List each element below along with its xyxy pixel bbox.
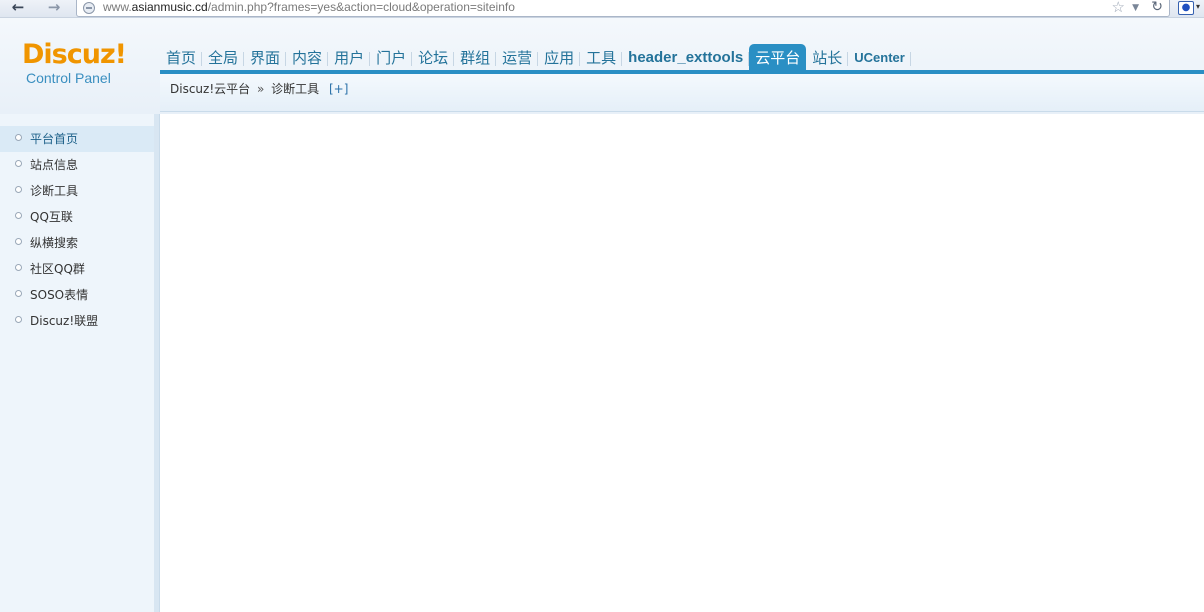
sidebar-item-0[interactable]: 平台首页 [0,126,154,152]
menu-item-8[interactable]: 运营 [496,44,539,70]
sidebar-item-7[interactable]: Discuz!联盟 [0,308,154,334]
menu-item-11[interactable]: header_exttools [622,44,750,70]
sidebar-menu: 平台首页站点信息诊断工具 QQ互联纵横搜索社区QQ群 SOSO表情 Discuz!联盟 [0,126,154,334]
sidebar-item-label: SOSO表情 [30,288,89,302]
menu-item-7[interactable]: 群组 [454,44,497,70]
bullet-circle-icon [15,160,22,167]
sidebar-item-label: QQ互联 [30,210,73,224]
bullet-circle-icon [15,264,22,271]
menu-item-3[interactable]: 内容 [286,44,329,70]
reload-icon[interactable]: ↻ [1151,0,1163,15]
bullet-circle-icon [15,212,22,219]
sidebar-item-label: 平台首页 [30,132,79,146]
paw-extension-icon[interactable]: ● [1178,1,1194,15]
menu-item-4[interactable]: 用户 [328,44,371,70]
sidebar-item-label: Discuz!联盟 [30,314,99,328]
breadcrumb-separator: » [256,82,265,96]
breadcrumb-bar: Discuz!云平台 » 诊断工具 [+] [160,74,1204,112]
sidebar-item-1[interactable]: 站点信息 [0,152,154,178]
forward-arrow-icon[interactable]: → [44,0,64,16]
logo-title: Discuz! [22,39,127,70]
chevron-down-icon[interactable]: ▼ [1132,0,1139,16]
menu-item-6[interactable]: 论坛 [412,44,455,70]
sidebar-item-4[interactable]: 纵横搜索 [0,230,154,256]
menu-item-0[interactable]: 首页 [160,44,203,70]
breadcrumb: Discuz!云平台 » 诊断工具 [+] [170,81,348,97]
menu-item-5[interactable]: 门户 [370,44,413,70]
sidebar-item-label: 站点信息 [30,158,79,172]
main-content-frame [160,114,1204,612]
discuz-logo[interactable]: Discuz! Control Panel [22,39,132,87]
globe-icon [83,2,95,14]
sidebar-item-label: 纵横搜索 [30,236,79,250]
sidebar-item-label: 诊断工具 [30,184,79,198]
sidebar-scrollbar[interactable] [154,114,159,612]
address-bar[interactable]: www.asianmusic.cd/admin.php?frames=yes&a… [76,0,1170,17]
address-text[interactable]: www.asianmusic.cd/admin.php?frames=yes&a… [103,0,515,15]
menu-item-13[interactable]: 站长 [806,44,849,70]
bullet-circle-icon [15,316,22,323]
breadcrumb-current: 诊断工具 [271,82,320,96]
top-menu: 首页 全局 界面 内容 用户 门户 论坛 群组 运营 应用 工具 header_exttools 云平台… [160,44,911,70]
bullet-circle-icon [15,238,22,245]
extension-dropdown-icon[interactable]: ▾ [1196,2,1200,11]
sidebar-item-5[interactable]: 社区QQ群 [0,256,154,282]
menu-item-12[interactable]: 云平台 [749,44,807,70]
bullet-circle-icon [15,290,22,297]
breadcrumb-root[interactable]: Discuz!云平台 [170,82,250,96]
bullet-circle-icon [15,134,22,141]
menu-item-10[interactable]: 工具 [580,44,623,70]
sidebar-item-label: 社区QQ群 [30,262,85,276]
sidebar-item-3[interactable]: QQ互联 [0,204,154,230]
bookmark-star-icon[interactable]: ☆ [1112,0,1125,15]
browser-toolbar: ← → www.asianmusic.cd/admin.php?frames=y… [0,0,1204,18]
sidebar-item-6[interactable]: SOSO表情 [0,282,154,308]
menu-item-9[interactable]: 应用 [538,44,581,70]
left-sidebar: 平台首页站点信息诊断工具 QQ互联纵横搜索社区QQ群 SOSO表情 Discuz!联盟 [0,114,160,612]
menu-item-1[interactable]: 全局 [202,44,245,70]
sidebar-item-2[interactable]: 诊断工具 [0,178,154,204]
menu-item-2[interactable]: 界面 [244,44,287,70]
add-shortcut-button[interactable]: [+] [329,82,348,96]
menu-item-14[interactable]: UCenter [848,44,911,70]
back-arrow-icon[interactable]: ← [8,0,28,16]
admin-header: Discuz! Control Panel 首页 全局 界面 内容 用户 门户 论坛 群组 运营… [0,18,1204,114]
logo-subtitle: Control Panel [26,70,111,86]
bullet-circle-icon [15,186,22,193]
